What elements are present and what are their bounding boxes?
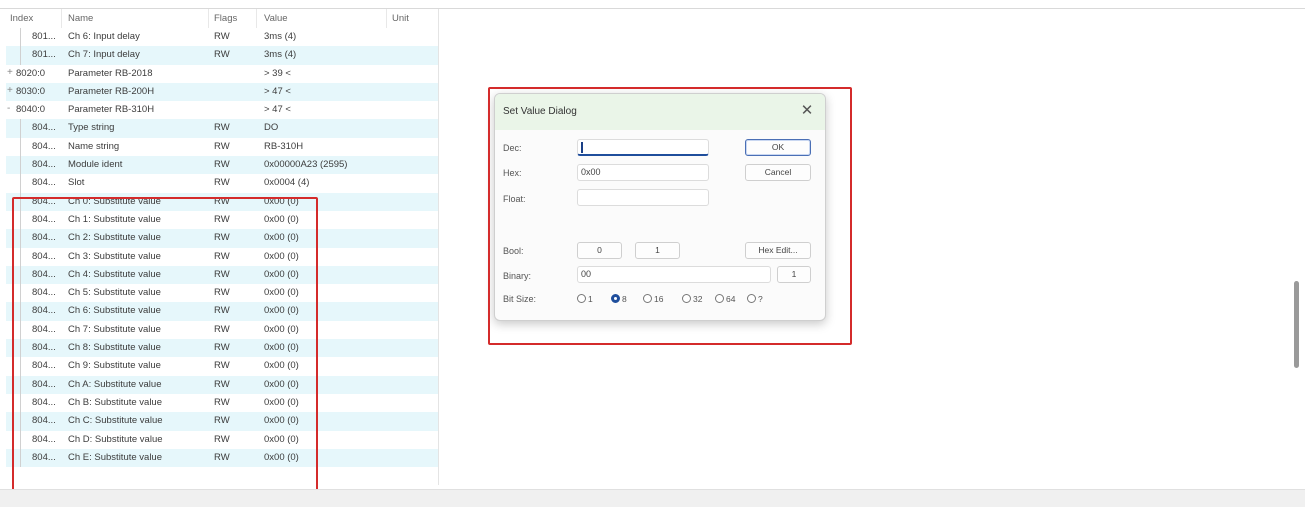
row-value: > 47 < [264, 85, 291, 97]
row-name: Parameter RB-2018 [68, 67, 153, 79]
tree-line [20, 174, 21, 193]
row-value: DO [264, 122, 279, 134]
tree-line [20, 137, 21, 157]
vertical-scrollbar[interactable] [1294, 281, 1299, 368]
col-header-flags[interactable]: Flags [214, 13, 237, 24]
tree-line [20, 28, 21, 47]
row-index: 8030:0 [16, 85, 46, 97]
table-row[interactable]: -8040:0 Parameter RB-310H > 47 < [6, 101, 438, 119]
row-flags: RW [214, 159, 230, 171]
tree-line [20, 119, 21, 138]
row-name: Slot [68, 177, 85, 189]
status-bar [0, 489, 1305, 507]
table-row[interactable]: +8020:0 Parameter RB-2018 > 39 < [6, 65, 438, 83]
tree-line [20, 156, 21, 175]
row-name: Parameter RB-310H [68, 104, 155, 116]
table-row[interactable]: 804... Module ident RW 0x00000A23 (2595) [6, 156, 438, 175]
row-name: Module ident [68, 159, 123, 171]
row-value: 3ms (4) [264, 49, 297, 61]
col-separator[interactable] [386, 9, 387, 28]
highlight-box-substitute-values [12, 197, 318, 494]
row-value: > 47 < [264, 104, 291, 116]
row-name: Ch 6: Input delay [68, 31, 140, 42]
row-value: 0x0004 (4) [264, 177, 310, 189]
row-flags: RW [214, 122, 230, 134]
row-index: 804... [32, 159, 56, 171]
col-header-index[interactable]: Index [10, 13, 33, 24]
row-flags: RW [214, 49, 230, 61]
highlight-box-dialog [488, 87, 852, 345]
table-row[interactable]: +8030:0 Parameter RB-200H > 47 < [6, 82, 438, 102]
expand-icon[interactable]: + [7, 67, 13, 78]
table-row[interactable]: 804... Name string RW RB-310H [6, 137, 438, 157]
tree-line [20, 46, 21, 65]
table-row[interactable]: 804... Type string RW DO [6, 119, 438, 138]
table-row[interactable]: 801... Ch 7: Input delay RW 3ms (4) [6, 46, 438, 65]
row-value: RB-310H [264, 140, 304, 152]
row-flags: RW [214, 31, 230, 42]
row-value: 3ms (4) [264, 31, 297, 42]
col-header-unit[interactable]: Unit [392, 13, 409, 24]
table-row[interactable]: 801... Ch 6: Input delay RW 3ms (4) [6, 28, 438, 47]
row-name: Name string [68, 140, 120, 152]
row-index: 804... [32, 140, 56, 152]
row-index: 801... [32, 49, 56, 61]
row-flags: RW [214, 140, 230, 152]
row-index: 804... [32, 177, 56, 189]
row-name: Type string [68, 122, 115, 134]
row-name: Parameter RB-200H [68, 85, 155, 97]
col-separator[interactable] [208, 9, 209, 28]
row-value: > 39 < [264, 67, 291, 79]
col-header-name[interactable]: Name [68, 13, 93, 24]
row-index: 804... [32, 122, 56, 134]
table-row[interactable]: 804... Slot RW 0x0004 (4) [6, 174, 438, 193]
collapse-icon[interactable]: - [7, 103, 10, 114]
row-flags: RW [214, 177, 230, 189]
row-index: 8040:0 [16, 104, 46, 116]
col-header-value[interactable]: Value [264, 13, 288, 24]
row-index: 8020:0 [16, 67, 46, 79]
row-value: 0x00000A23 (2595) [264, 159, 348, 171]
app-window: Index Name Flags Value Unit 801... Ch 6: … [0, 0, 1305, 507]
row-name: Ch 7: Input delay [68, 49, 140, 61]
table-header: Index Name Flags Value Unit [6, 9, 438, 28]
expand-icon[interactable]: + [7, 85, 13, 96]
col-separator[interactable] [61, 9, 62, 28]
col-separator[interactable] [256, 9, 257, 28]
row-index: 801... [32, 31, 56, 42]
